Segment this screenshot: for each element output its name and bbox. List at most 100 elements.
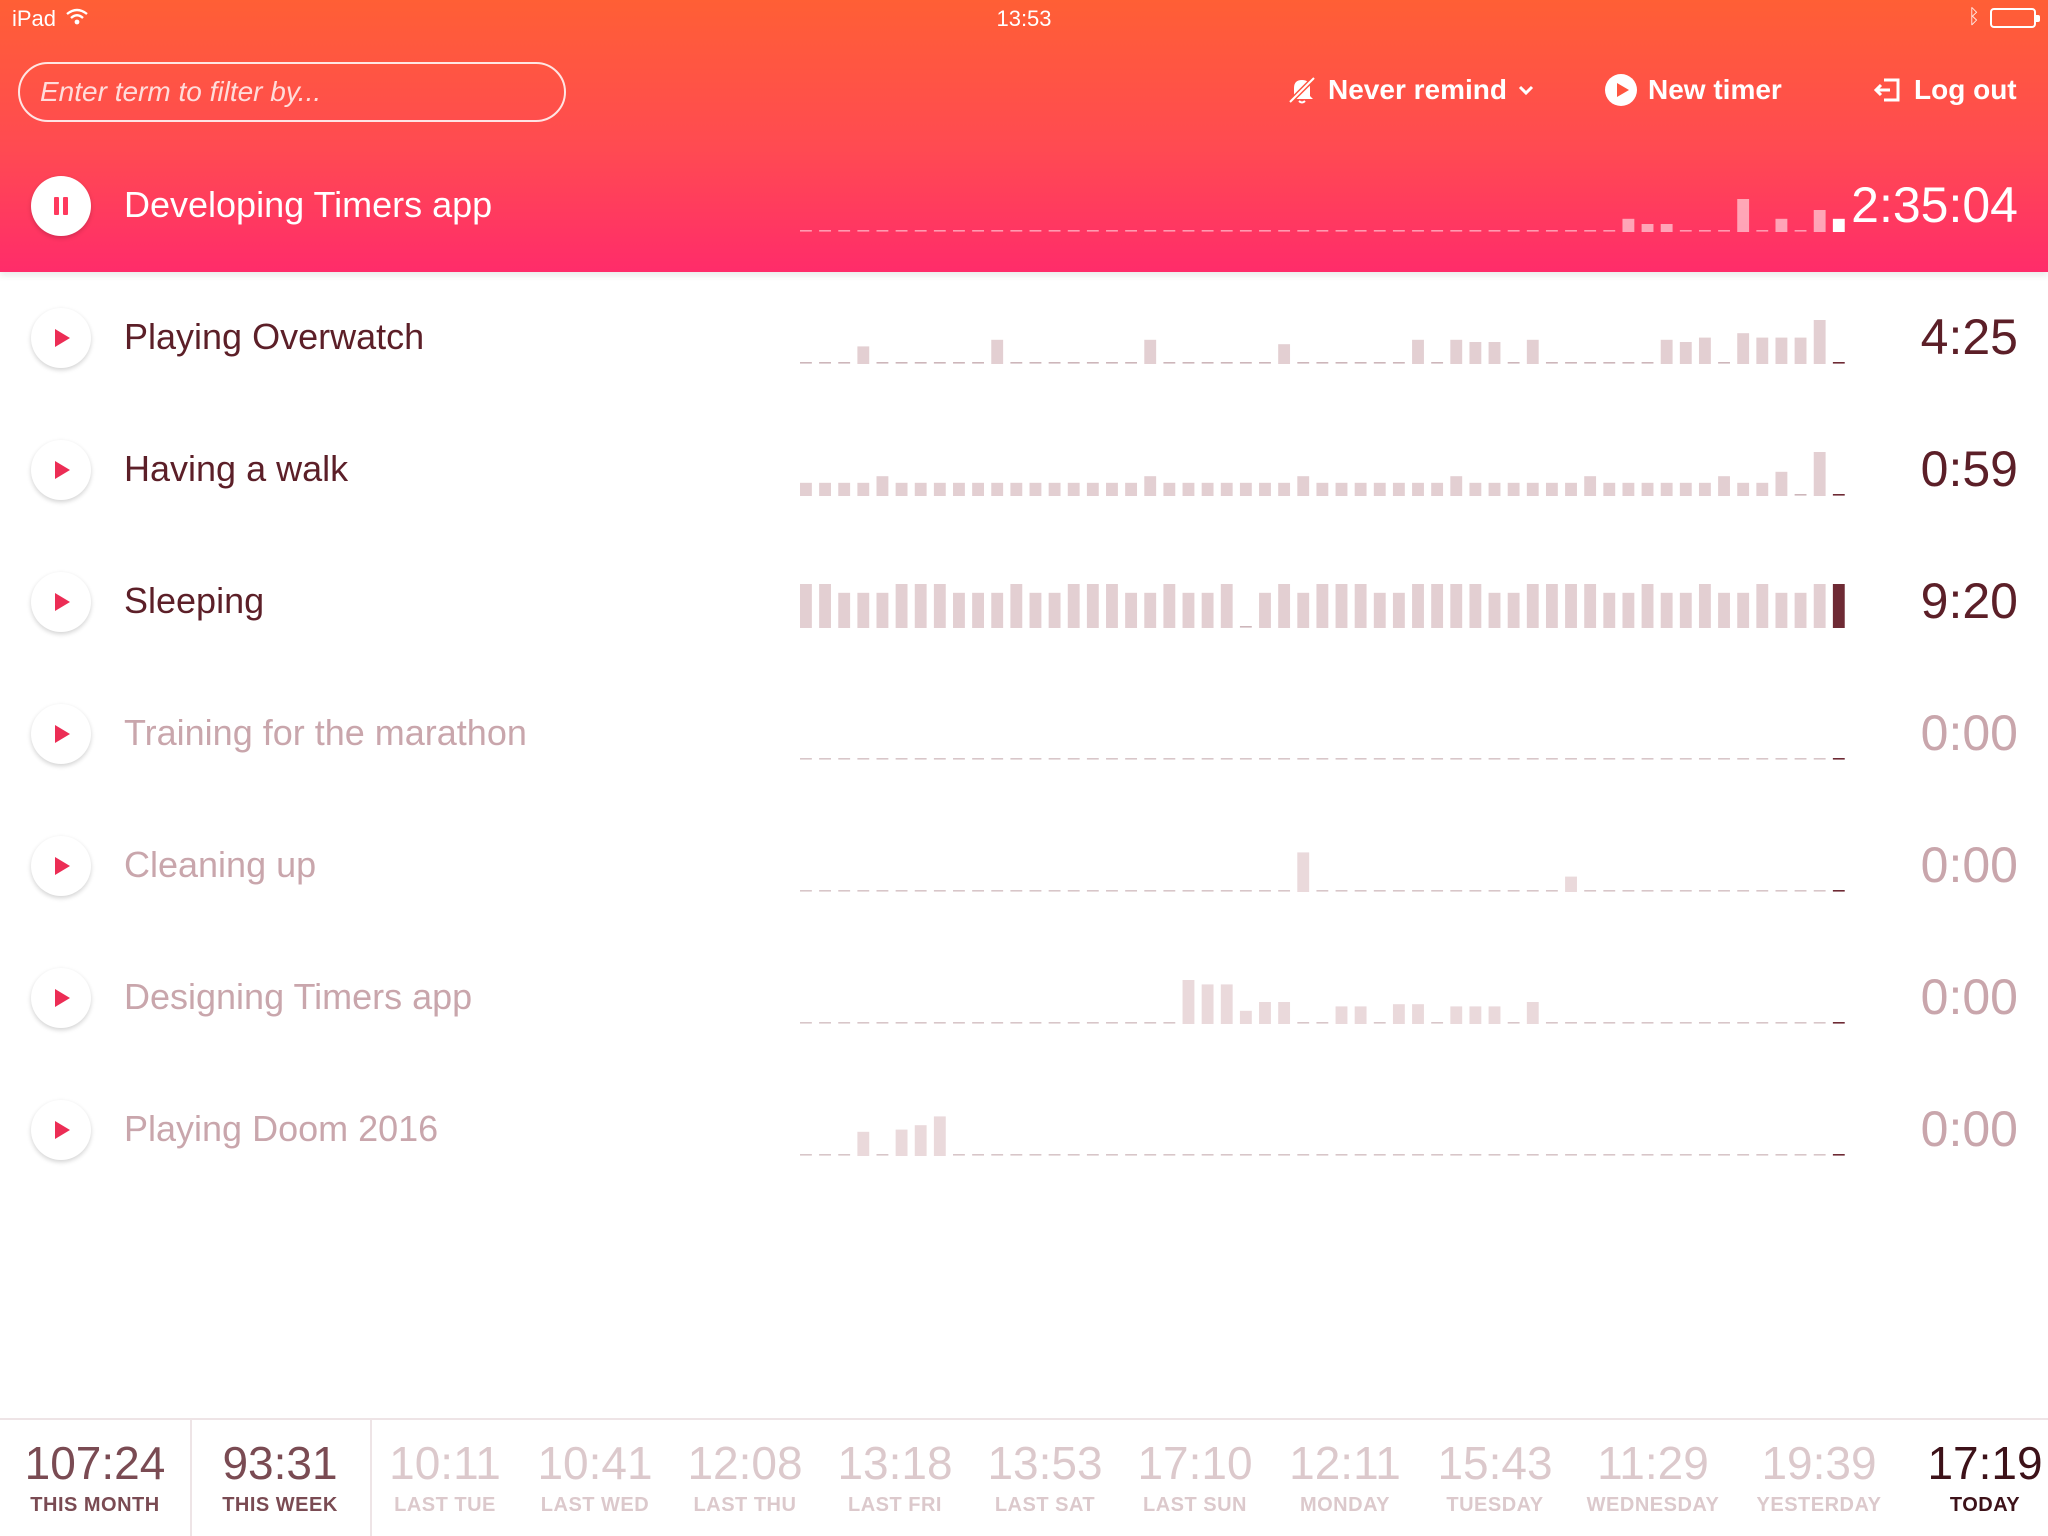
history-bar [1144,476,1157,496]
history-baseline-mark [1507,758,1520,760]
summary-this-month[interactable]: 107:24 THIS MONTH [0,1420,190,1536]
play-button[interactable] [31,1100,91,1160]
history-bar [1125,482,1138,496]
history-bar [1469,584,1482,628]
summary-label: LAST TUE [394,1494,496,1516]
timer-row[interactable]: Designing Timers app 0:00 [0,932,2048,1064]
summary-value: 10:11 [389,1437,501,1489]
play-button[interactable] [31,704,91,764]
history-bar [895,1129,908,1156]
history-bar [1775,471,1788,496]
summary-label: THIS WEEK [222,1494,338,1516]
history-bar [1450,476,1463,496]
history-baseline-mark [1488,230,1501,232]
summary-last-sat[interactable]: 13:53 LAST SAT [970,1420,1120,1536]
play-button[interactable] [31,836,91,896]
play-button[interactable] [31,440,91,500]
history-bar [1029,482,1042,496]
history-baseline-mark [991,758,1004,760]
play-button[interactable] [31,968,91,1028]
play-button[interactable] [31,572,91,632]
timer-name: Sleeping [124,580,265,621]
history-baseline-mark [1163,1154,1176,1156]
history-baseline-mark [800,362,812,364]
history-baseline-mark [1316,890,1329,892]
history-baseline-mark [1469,758,1482,760]
history-baseline-mark [1756,230,1769,232]
summary-last-tue[interactable]: 10:11 LAST TUE [370,1420,520,1536]
pause-button[interactable] [31,176,91,236]
timer-row[interactable]: Sleeping 9:20 [0,536,2048,668]
history-bar [1182,980,1195,1024]
play-button[interactable] [31,308,91,368]
history-baseline-mark [1718,1154,1730,1156]
summary-value: 15:43 [1437,1437,1553,1489]
play-icon [55,593,70,611]
summary-last-wed[interactable]: 10:41 LAST WED [520,1420,670,1536]
play-icon [55,461,70,479]
history-baseline-mark [1144,758,1157,760]
summary-monday[interactable]: 12:11 MONDAY [1270,1420,1420,1536]
history-bar [991,482,1004,496]
history-baseline-mark [1048,1154,1061,1156]
history-bar [1163,584,1176,628]
summary-label: THIS MONTH [30,1494,160,1516]
history-baseline-mark [1144,1022,1157,1024]
history-bar [1412,1004,1424,1024]
history-bar [819,482,831,496]
history-bar [1373,592,1386,628]
history-baseline-mark [1565,1022,1577,1024]
history-bar [1067,584,1080,628]
logout-button[interactable]: Log out [1872,68,2017,112]
history-baseline-mark [1813,890,1826,892]
new-timer-button[interactable]: New timer [1604,68,1782,112]
history-baseline-mark [1067,890,1080,892]
history-baseline-mark [1698,1022,1711,1024]
summary-yesterday[interactable]: 19:39 YESTERDAY [1736,1420,1902,1536]
summary-this-week[interactable]: 93:31 THIS WEEK [190,1420,370,1536]
timer-row[interactable]: Training for the marathon 0:00 [0,668,2048,800]
summary-label: LAST FRI [848,1494,942,1516]
timer-row[interactable]: Cleaning up 0:00 [0,800,2048,932]
history-bar [1297,476,1310,496]
summary-last-sun[interactable]: 17:10 LAST SUN [1120,1420,1270,1536]
remind-button[interactable]: Never remind [1286,68,1535,112]
history-bar [1545,584,1558,628]
history-baseline-mark [1316,362,1329,364]
history-bar [953,482,965,496]
history-bar [1278,344,1291,364]
filter-input[interactable] [40,76,544,108]
summary-last-thu[interactable]: 12:08 LAST THU [670,1420,820,1536]
history-baseline-mark [1412,230,1424,232]
history-baseline-mark [876,362,889,364]
active-timer-row[interactable]: Developing Timers app 2:35:04 [0,140,2048,272]
history-baseline-mark [1297,362,1310,364]
summary-tuesday[interactable]: 15:43 TUESDAY [1420,1420,1570,1536]
timer-history [800,452,1845,496]
history-bar [1756,584,1769,628]
history-bar [1469,482,1482,496]
history-bar [1794,592,1807,628]
history-bar [1660,592,1673,628]
summary-last-fri[interactable]: 13:18 LAST FRI [820,1420,970,1536]
history-bar [1526,482,1539,496]
history-baseline-mark [895,890,908,892]
timer-row[interactable]: Playing Overwatch 4:25 [0,272,2048,404]
history-bar [1718,592,1730,628]
history-bar [1010,482,1023,496]
summary-wednesday[interactable]: 11:29 WEDNESDAY [1570,1420,1736,1536]
history-baseline-mark [1622,1022,1635,1024]
timer-row[interactable]: Having a walk 0:59 [0,404,2048,536]
history-baseline-mark [972,230,985,232]
history-baseline-mark [1718,362,1730,364]
filter-field[interactable] [18,62,566,122]
summary-today[interactable]: 17:19 TODAY [1902,1420,2048,1536]
timer-row[interactable]: Playing Doom 2016 0:00 [0,1064,2048,1196]
history-baseline-mark [895,1022,908,1024]
history-baseline-mark [972,1022,985,1024]
history-baseline-mark [1832,758,1845,760]
history-bar [1163,482,1176,496]
history-baseline-mark [1297,758,1310,760]
history-bar [1698,337,1711,364]
history-bar [1220,584,1233,628]
